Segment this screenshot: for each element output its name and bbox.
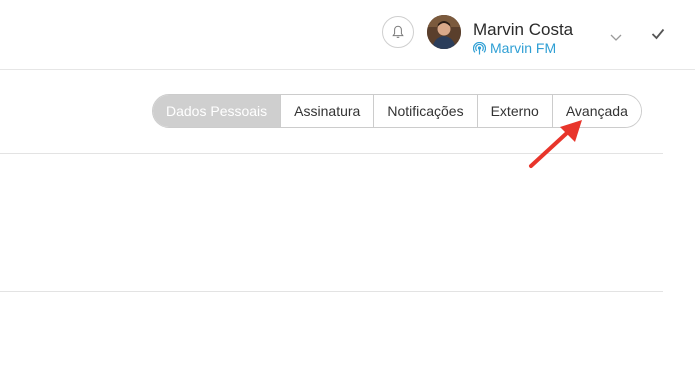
chevron-down-icon[interactable] — [609, 32, 623, 42]
avatar[interactable] — [427, 15, 461, 49]
tab-assinatura[interactable]: Assinatura — [280, 95, 374, 127]
bell-icon — [392, 25, 404, 38]
top-header: Marvin Costa Marvin FM — [0, 0, 695, 70]
tab-dados-pessoais[interactable]: Dados Pessoais — [153, 95, 281, 127]
user-name: Marvin Costa — [473, 20, 574, 39]
notifications-button[interactable] — [382, 16, 414, 48]
annotation-arrow-icon — [529, 120, 582, 168]
check-icon[interactable] — [651, 28, 665, 40]
settings-page: Marvin Costa Marvin FM Dados Pessoais As… — [0, 0, 695, 368]
section-divider — [0, 291, 663, 292]
user-station[interactable]: Marvin FM — [473, 40, 556, 56]
user-station-label: Marvin FM — [490, 40, 557, 56]
radio-icon — [473, 41, 486, 55]
tab-notificacoes[interactable]: Notificações — [373, 95, 477, 127]
